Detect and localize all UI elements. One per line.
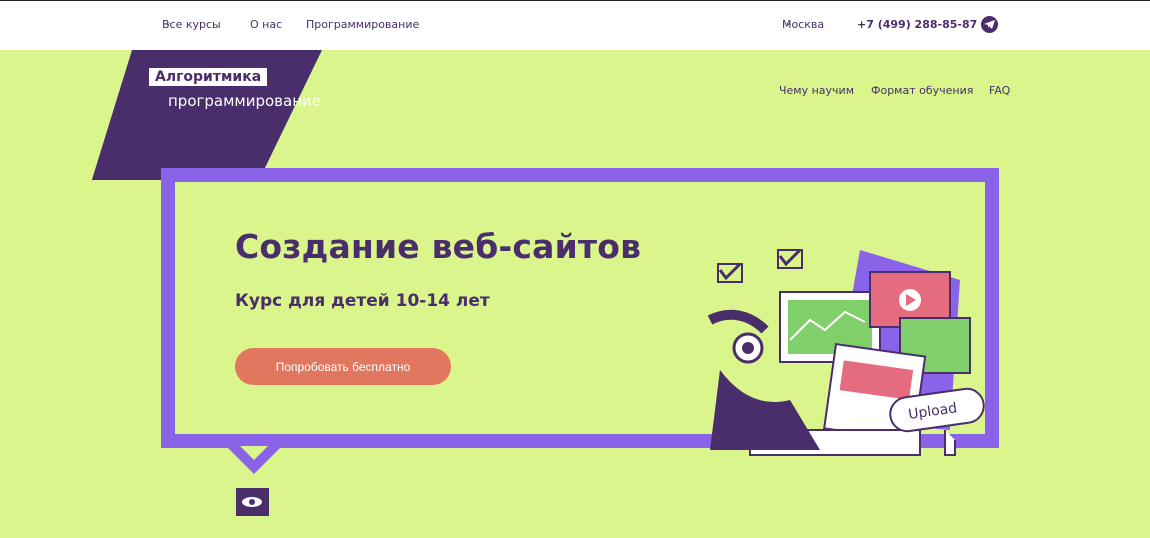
- chevron-down-icon: ⌄: [785, 18, 792, 27]
- logo-line2[interactable]: программирование: [168, 92, 321, 110]
- subnav-format[interactable]: Формат обучения: [871, 84, 973, 97]
- nav-programming[interactable]: Программирование: [306, 18, 419, 31]
- telegram-icon[interactable]: [981, 16, 998, 33]
- subnav-what-we-teach[interactable]: Чему научим: [779, 84, 854, 97]
- phone-link[interactable]: +7 (499) 288-85-87: [857, 18, 977, 31]
- page-subtitle: Курс для детей 10-14 лет: [235, 291, 490, 311]
- try-free-button[interactable]: Попробовать бесплатно: [235, 348, 451, 385]
- page-title: Создание веб-сайтов: [235, 227, 642, 266]
- logo-line1[interactable]: Алгоритмика: [149, 68, 268, 86]
- chevron-down-icon: ⌄: [165, 18, 172, 27]
- hero-illustration: Upload: [707, 248, 985, 456]
- top-bar: Все курсы ⌄ О нас Программирование Москва…: [0, 0, 1150, 50]
- eye-icon[interactable]: [236, 488, 269, 516]
- nav-about[interactable]: О нас: [250, 18, 282, 31]
- subnav-faq[interactable]: FAQ: [989, 84, 1010, 97]
- speech-tail: [226, 446, 282, 474]
